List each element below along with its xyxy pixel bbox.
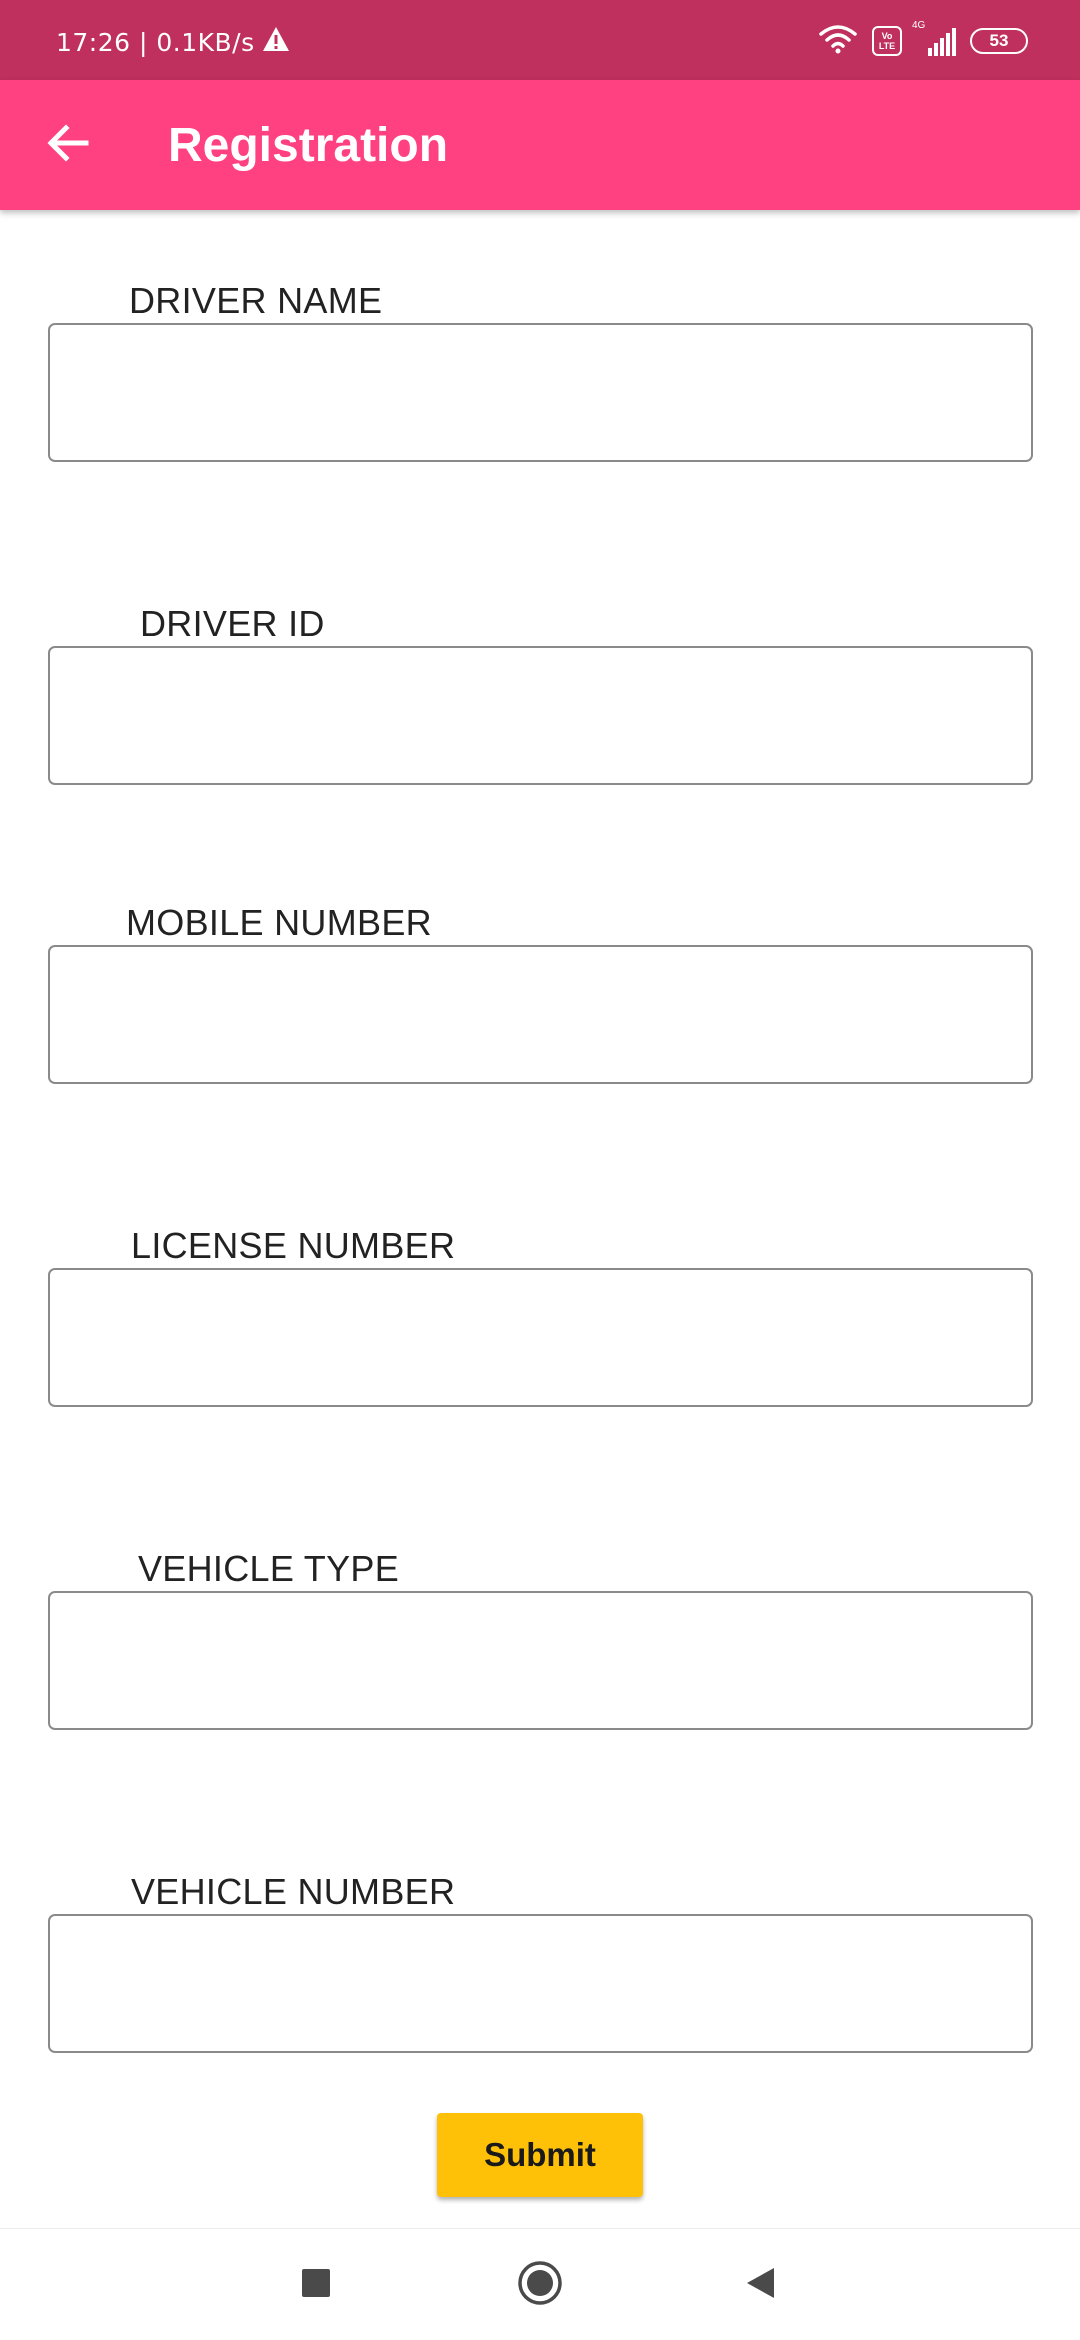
triangle-back-icon bbox=[744, 2266, 776, 2305]
mobile-number-field[interactable] bbox=[48, 945, 1033, 1084]
page-title: Registration bbox=[168, 118, 449, 172]
nav-back-button[interactable] bbox=[700, 2229, 820, 2340]
registration-screen: 17:26 | 0.1KB/s Vo LTE 4G 53 Registratio… bbox=[0, 0, 1080, 2340]
vehicle-number-field[interactable] bbox=[48, 1914, 1033, 2053]
mobile-number-label: MOBILE NUMBER bbox=[126, 902, 432, 943]
app-bar: Registration bbox=[0, 80, 1080, 210]
arrow-left-icon bbox=[46, 123, 90, 168]
driver-id-field[interactable] bbox=[48, 646, 1033, 785]
back-button[interactable] bbox=[30, 107, 106, 183]
status-bar: 17:26 | 0.1KB/s Vo LTE 4G 53 bbox=[0, 0, 1080, 80]
square-icon bbox=[301, 2268, 331, 2303]
battery-indicator: 53 bbox=[970, 28, 1028, 54]
system-nav-bar bbox=[0, 2228, 1080, 2340]
nav-recents-button[interactable] bbox=[256, 2229, 376, 2340]
license-number-field[interactable] bbox=[48, 1268, 1033, 1407]
battery-level: 53 bbox=[989, 31, 1009, 50]
vehicle-type-label: VEHICLE TYPE bbox=[138, 1548, 400, 1589]
volte-bottom: LTE bbox=[878, 41, 896, 51]
status-right: Vo LTE 4G 53 bbox=[818, 20, 1028, 62]
vehicle-type-field[interactable] bbox=[48, 1591, 1033, 1730]
submit-button[interactable]: Submit bbox=[437, 2113, 643, 2197]
wifi-icon bbox=[818, 24, 858, 59]
vehicle-number-label: VEHICLE NUMBER bbox=[131, 1871, 456, 1912]
volte-top: Vo bbox=[881, 31, 893, 41]
circle-icon bbox=[517, 2260, 563, 2311]
driver-name-label: DRIVER NAME bbox=[129, 280, 383, 321]
signal-icon: 4G bbox=[912, 20, 956, 56]
nav-home-button[interactable] bbox=[480, 2229, 600, 2340]
driver-id-label: DRIVER ID bbox=[140, 603, 325, 644]
license-number-label: LICENSE NUMBER bbox=[131, 1225, 456, 1266]
status-left: 17:26 | 0.1KB/s bbox=[56, 22, 291, 62]
warning-icon bbox=[261, 25, 291, 59]
driver-name-field[interactable] bbox=[48, 323, 1033, 462]
status-time-speed: 17:26 | 0.1KB/s bbox=[56, 27, 255, 57]
volte-icon: Vo LTE bbox=[872, 26, 902, 56]
network-type: 4G bbox=[912, 20, 926, 31]
